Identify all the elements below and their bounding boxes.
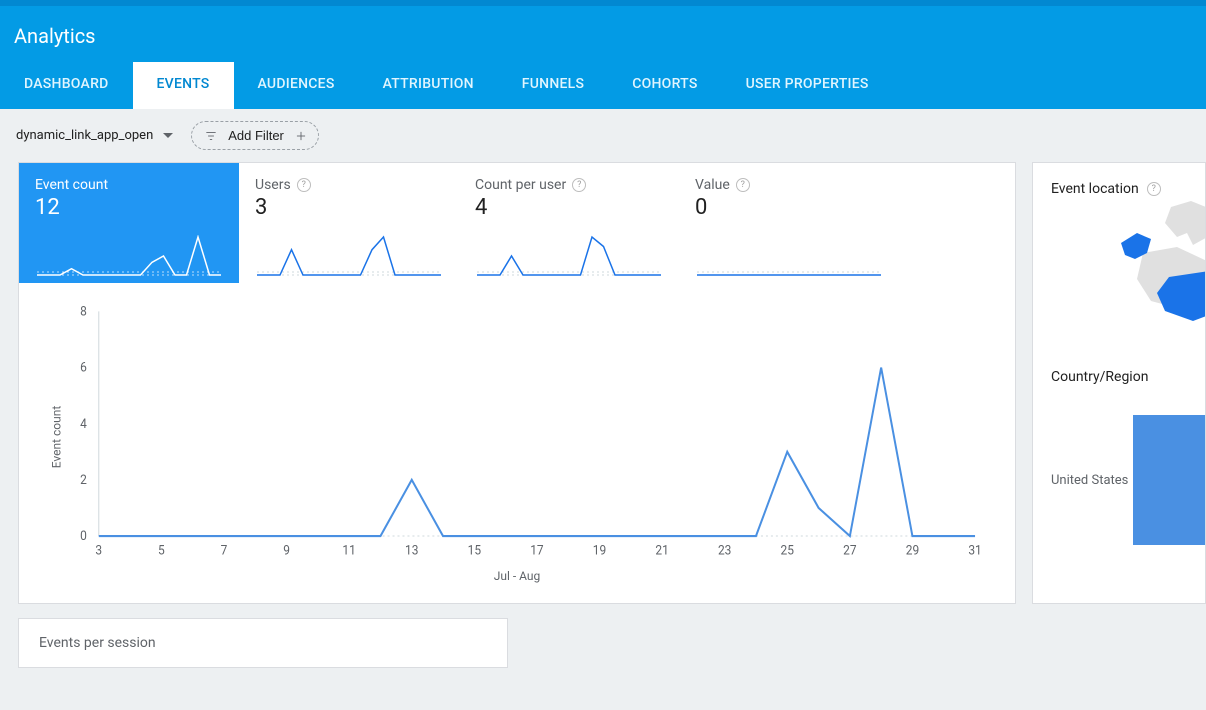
country-label: United States xyxy=(1051,473,1129,488)
add-filter-button[interactable]: Add Filter xyxy=(191,121,319,150)
events-per-session-card: Events per session xyxy=(18,618,508,668)
svg-text:9: 9 xyxy=(283,544,290,558)
event-location-card: Event location ? Country/Region United S… xyxy=(1032,162,1206,604)
y-axis-label: Event count xyxy=(49,406,63,469)
svg-text:15: 15 xyxy=(468,544,482,558)
metric-value: 0 xyxy=(695,195,883,220)
plus-icon xyxy=(294,129,308,143)
tab-cohorts[interactable]: COHORTS xyxy=(608,62,721,109)
country-row[interactable]: United States xyxy=(1051,415,1205,545)
metric-tiles-row: Event count 12 Users ? 3 Co xyxy=(19,163,1015,283)
tab-funnels[interactable]: FUNNELS xyxy=(498,62,608,109)
side-card-title: Event location xyxy=(1051,181,1139,197)
svg-text:5: 5 xyxy=(158,544,165,558)
metric-label: Event count xyxy=(35,177,108,193)
metric-tile-value[interactable]: Value ? 0 xyxy=(679,163,899,283)
svg-text:29: 29 xyxy=(906,544,920,558)
map-icon xyxy=(1051,197,1206,357)
svg-text:13: 13 xyxy=(405,544,419,558)
add-filter-label: Add Filter xyxy=(228,128,284,143)
x-axis-caption: Jul - Aug xyxy=(49,569,985,583)
svg-text:17: 17 xyxy=(530,544,544,558)
filters-toolbar: dynamic_link_app_open Add Filter xyxy=(0,109,1206,162)
sparkline-event-count xyxy=(35,235,223,277)
tab-audiences[interactable]: AUDIENCES xyxy=(234,62,359,109)
event-dropdown[interactable]: dynamic_link_app_open xyxy=(16,128,173,143)
header: Analytics DASHBOARDEVENTSAUDIENCESATTRIB… xyxy=(0,6,1206,109)
help-icon[interactable]: ? xyxy=(297,178,311,192)
metric-tile-event-count[interactable]: Event count 12 xyxy=(19,163,239,283)
metric-label: Value xyxy=(695,177,730,193)
sparkline-users xyxy=(255,235,443,277)
metric-tile-users[interactable]: Users ? 3 xyxy=(239,163,459,283)
svg-text:6: 6 xyxy=(80,360,87,374)
svg-text:23: 23 xyxy=(718,544,732,558)
sparkline-value xyxy=(695,235,883,277)
side-section-title: Country/Region xyxy=(1051,369,1205,385)
metric-value: 12 xyxy=(35,195,223,220)
svg-text:3: 3 xyxy=(95,544,102,558)
svg-text:19: 19 xyxy=(593,544,607,558)
filter-icon xyxy=(204,129,218,143)
svg-text:4: 4 xyxy=(80,417,87,431)
sparkline-count-per-user xyxy=(475,235,663,277)
event-dropdown-selected: dynamic_link_app_open xyxy=(16,128,153,143)
tab-attribution[interactable]: ATTRIBUTION xyxy=(359,62,498,109)
chevron-down-icon xyxy=(163,133,173,138)
metric-label: Users xyxy=(255,177,291,193)
metric-value: 4 xyxy=(475,195,663,220)
help-icon[interactable]: ? xyxy=(572,178,586,192)
help-icon[interactable]: ? xyxy=(1147,182,1161,196)
svg-text:27: 27 xyxy=(843,544,857,558)
event-overview-card: Event count 12 Users ? 3 Co xyxy=(18,162,1016,604)
card-title: Events per session xyxy=(39,635,156,651)
metric-label: Count per user xyxy=(475,177,566,193)
tab-dashboard[interactable]: DASHBOARD xyxy=(0,62,133,109)
primary-tabs: DASHBOARDEVENTSAUDIENCESATTRIBUTIONFUNNE… xyxy=(0,62,1206,109)
metric-tile-count-per-user[interactable]: Count per user ? 4 xyxy=(459,163,679,283)
event-count-chart: Event count 0 2 4 6 8 3 5 7 9 11 13 15 17 19 21 23 25 27 2… xyxy=(19,283,1015,591)
svg-text:7: 7 xyxy=(221,544,228,558)
svg-text:8: 8 xyxy=(80,304,87,318)
country-bar xyxy=(1133,415,1205,545)
page-title: Analytics xyxy=(0,6,1206,62)
svg-text:31: 31 xyxy=(968,544,981,558)
svg-text:0: 0 xyxy=(80,529,87,543)
svg-text:25: 25 xyxy=(781,544,795,558)
metric-value: 3 xyxy=(255,195,443,220)
svg-text:11: 11 xyxy=(342,544,355,558)
help-icon[interactable]: ? xyxy=(736,178,750,192)
tab-user-properties[interactable]: USER PROPERTIES xyxy=(722,62,893,109)
tab-events[interactable]: EVENTS xyxy=(133,62,234,109)
svg-text:21: 21 xyxy=(655,544,668,558)
svg-text:2: 2 xyxy=(80,473,87,487)
